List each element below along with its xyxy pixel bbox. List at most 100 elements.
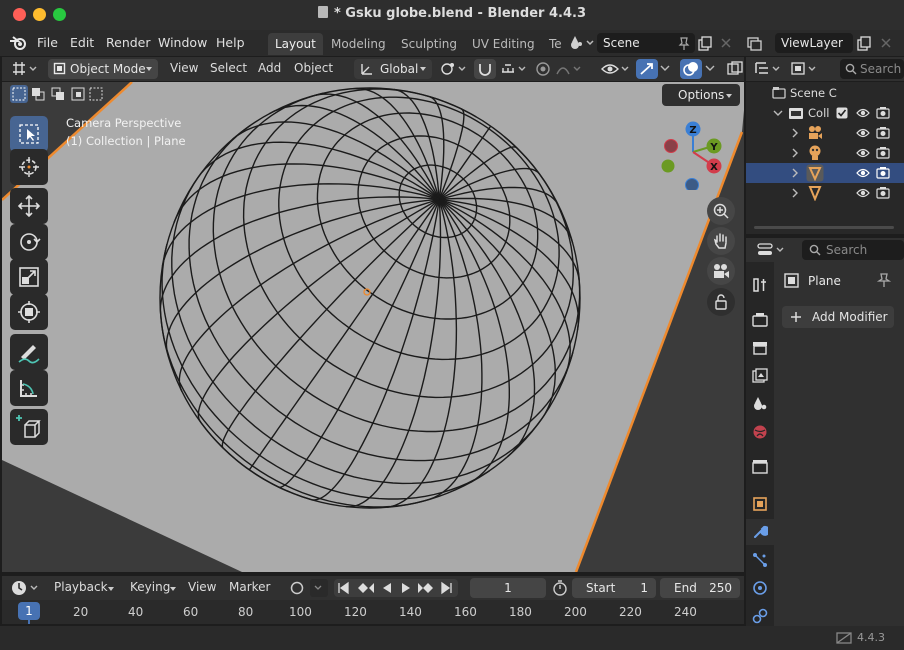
outliner-scene-collection-row[interactable]: Scene C [746, 83, 904, 103]
editor-type-icon[interactable] [10, 60, 40, 78]
outliner-collection-row[interactable]: Coll [746, 103, 904, 123]
end-frame-field[interactable]: End 250 [660, 578, 740, 598]
chevron-right-icon[interactable] [790, 128, 800, 138]
object-mode-dropdown[interactable]: Object Mode [48, 59, 158, 79]
eye-icon[interactable] [856, 107, 870, 119]
pin-icon[interactable] [678, 37, 690, 51]
tool-measure[interactable] [10, 370, 48, 406]
tool-scale[interactable] [10, 259, 48, 295]
stopwatch-icon[interactable] [552, 580, 568, 596]
visibility-icon[interactable] [600, 60, 632, 78]
tab-world[interactable] [746, 419, 774, 445]
auto-keying-toggle[interactable] [288, 579, 328, 597]
outliner-editor-icon[interactable] [754, 60, 782, 78]
tab-modifiers[interactable] [746, 519, 774, 545]
gizmo-neg-z-handle[interactable] [685, 178, 699, 191]
tab-object[interactable] [746, 491, 774, 517]
checkbox-checked-icon[interactable] [836, 107, 848, 119]
timeline-ruler[interactable]: 1 20 40 60 80 100 120 140 160 180 200 22… [2, 600, 744, 624]
tool-transform[interactable] [10, 294, 48, 330]
display-mode-icon[interactable] [790, 60, 818, 78]
menu-file[interactable]: File [37, 35, 58, 50]
lock-view-button[interactable] [707, 288, 735, 316]
view-layer-field[interactable]: ViewLayer [775, 33, 853, 53]
proportional-editing-icon[interactable] [534, 60, 552, 78]
snap-target-icon[interactable] [499, 60, 529, 78]
viewport-menu-view[interactable]: View [170, 61, 198, 75]
tab-sculpting[interactable]: Sculpting [394, 33, 464, 55]
menu-window[interactable]: Window [158, 35, 207, 50]
gizmo-toggle-icon[interactable] [636, 59, 658, 79]
3d-viewport[interactable] [2, 82, 744, 572]
gizmo-neg-y-handle[interactable] [661, 159, 675, 173]
eye-icon[interactable] [856, 187, 870, 199]
playhead[interactable]: 1 [18, 602, 40, 620]
tool-add-cube[interactable] [10, 409, 48, 445]
camera-view-button[interactable] [707, 257, 735, 285]
timeline-menu-marker[interactable]: Marker [229, 580, 270, 594]
tab-uv-editing[interactable]: UV Editing [465, 33, 542, 55]
selection-mode-buttons[interactable] [10, 85, 106, 103]
tool-rotate[interactable] [10, 224, 48, 260]
render-camera-icon[interactable] [876, 186, 890, 200]
add-modifier-button[interactable]: Add Modifier [782, 306, 894, 328]
timeline-menu-keying[interactable]: Keying [130, 580, 170, 594]
tab-scene[interactable] [746, 391, 774, 417]
render-camera-icon[interactable] [876, 166, 890, 180]
menu-edit[interactable]: Edit [70, 35, 94, 50]
tab-render[interactable] [746, 307, 774, 333]
falloff-icon[interactable] [554, 60, 584, 78]
scene-selector-icon[interactable] [569, 35, 595, 51]
pan-view-button[interactable] [707, 227, 735, 255]
outliner-scrollbar[interactable] [754, 226, 894, 229]
eye-icon[interactable] [856, 167, 870, 179]
tab-layout[interactable]: Layout [268, 33, 323, 55]
tool-move[interactable] [10, 188, 48, 224]
tab-particles[interactable] [746, 547, 774, 573]
outliner-object-camera[interactable] [746, 123, 904, 143]
chevron-down-icon[interactable] [773, 108, 783, 118]
tab-tool[interactable] [746, 272, 774, 298]
tab-texture-paint[interactable]: Te [542, 33, 564, 55]
outliner-object-plane[interactable] [746, 163, 904, 183]
gizmo-neg-x-handle[interactable] [664, 139, 678, 153]
zoom-view-button[interactable] [707, 197, 735, 225]
chevron-right-icon[interactable] [790, 188, 800, 198]
new-scene-icon[interactable] [697, 36, 713, 52]
tab-view-layer[interactable] [746, 363, 774, 389]
eye-icon[interactable] [856, 147, 870, 159]
tab-modeling[interactable]: Modeling [324, 33, 393, 55]
outliner-object-light[interactable] [746, 143, 904, 163]
pivot-point-icon[interactable] [438, 60, 470, 78]
menu-render[interactable]: Render [106, 35, 151, 50]
chevron-right-icon[interactable] [790, 148, 800, 158]
render-camera-icon[interactable] [876, 146, 890, 160]
remove-view-layer-icon[interactable] [880, 37, 892, 49]
chevron-right-icon[interactable] [790, 168, 800, 178]
overlays-toggle-icon[interactable] [680, 59, 702, 79]
blender-logo-icon[interactable] [9, 35, 29, 51]
render-camera-icon[interactable] [876, 106, 890, 120]
tool-select-box[interactable] [10, 116, 48, 152]
new-view-layer-icon[interactable] [856, 36, 872, 52]
tool-cursor[interactable] [10, 149, 48, 185]
remove-scene-icon[interactable] [720, 37, 732, 49]
current-frame-field[interactable]: 1 [470, 578, 546, 598]
properties-editor-icon[interactable] [756, 241, 786, 259]
menu-help[interactable]: Help [216, 35, 245, 50]
tab-physics[interactable] [746, 575, 774, 601]
playback-controls[interactable] [334, 579, 458, 597]
view-layer-icon[interactable] [746, 35, 772, 51]
pin-icon[interactable] [876, 272, 892, 288]
viewport-menu-object[interactable]: Object [294, 61, 333, 75]
outliner-search-input[interactable]: Search [840, 59, 904, 79]
transform-orientation-dropdown[interactable]: Global [354, 59, 432, 79]
tab-output[interactable] [746, 335, 774, 361]
chevron-down-icon[interactable] [659, 62, 671, 74]
viewport-menu-add[interactable]: Add [258, 61, 281, 75]
timeline-menu-playback[interactable]: Playback [54, 580, 108, 594]
options-dropdown[interactable]: Options [662, 84, 740, 106]
navigation-gizmo[interactable]: Z Y X [658, 118, 728, 190]
snap-icon[interactable] [474, 59, 496, 79]
tool-annotate[interactable] [10, 334, 48, 370]
